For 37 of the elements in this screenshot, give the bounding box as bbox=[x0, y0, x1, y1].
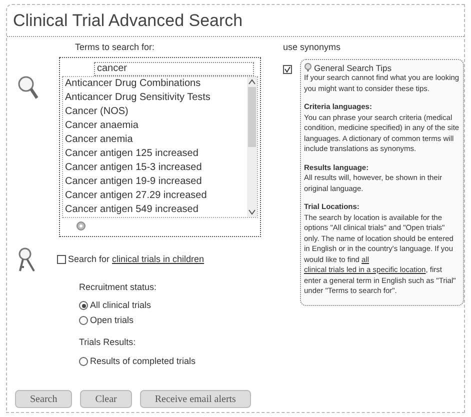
term-option[interactable]: Cancer antigen 549 increased bbox=[63, 202, 247, 216]
radio-button[interactable] bbox=[79, 356, 88, 366]
scroll-up-icon[interactable] bbox=[247, 76, 257, 86]
action-button[interactable]: Receive email alerts bbox=[140, 390, 251, 408]
term-option[interactable]: Cancer antigen 15-3 increased bbox=[63, 160, 247, 174]
term-option[interactable]: Cancer anemia bbox=[63, 132, 247, 146]
scrollbar[interactable] bbox=[247, 76, 257, 216]
term-option[interactable]: Cancer antigen 125 increased bbox=[63, 146, 247, 160]
term-option[interactable]: Cancer (NOS) bbox=[63, 104, 247, 118]
terms-field[interactable]: cancer bbox=[94, 62, 254, 76]
term-option[interactable]: Cancer anaemia bbox=[63, 118, 247, 132]
terms-label: Terms to search for: bbox=[74, 41, 156, 54]
synonyms-label: use synonyms bbox=[283, 41, 342, 54]
gear-icon[interactable] bbox=[76, 220, 86, 230]
synonyms-checkbox[interactable] bbox=[283, 64, 292, 74]
tips-title: General Search Tips bbox=[314, 62, 392, 73]
action-button[interactable]: Clear bbox=[80, 390, 132, 408]
page-title: Clinical Trial Advanced Search bbox=[13, 11, 244, 31]
scroll-thumb[interactable] bbox=[248, 86, 256, 146]
key-search-icon bbox=[17, 246, 37, 272]
bulb-icon bbox=[304, 63, 312, 72]
results-label: Trials Results: bbox=[79, 336, 137, 349]
term-option[interactable]: Cancer antigen 19-9 increased bbox=[63, 174, 247, 188]
term-option[interactable]: Anticancer Drug Sensitivity Tests bbox=[63, 90, 247, 104]
search-icon bbox=[17, 75, 39, 101]
radio-label: Results of completed trials bbox=[90, 354, 196, 368]
term-option[interactable]: Anticancer Drug Combinations bbox=[63, 76, 247, 90]
recruitment-label: Recruitment status: bbox=[79, 280, 158, 294]
term-option[interactable]: Cancer antigen 27.29 increased bbox=[63, 188, 247, 202]
radio-button[interactable] bbox=[79, 316, 88, 325]
checkbox[interactable] bbox=[57, 255, 66, 264]
children-trials-link[interactable]: clinical trials in children bbox=[112, 254, 204, 264]
children-search-label: Search for clinical trials in children bbox=[68, 252, 204, 266]
radio-label: All clinical trials bbox=[90, 299, 152, 312]
radio-button[interactable] bbox=[79, 301, 88, 310]
action-button[interactable]: Search bbox=[15, 390, 72, 408]
radio-label: Open trials bbox=[90, 314, 134, 327]
